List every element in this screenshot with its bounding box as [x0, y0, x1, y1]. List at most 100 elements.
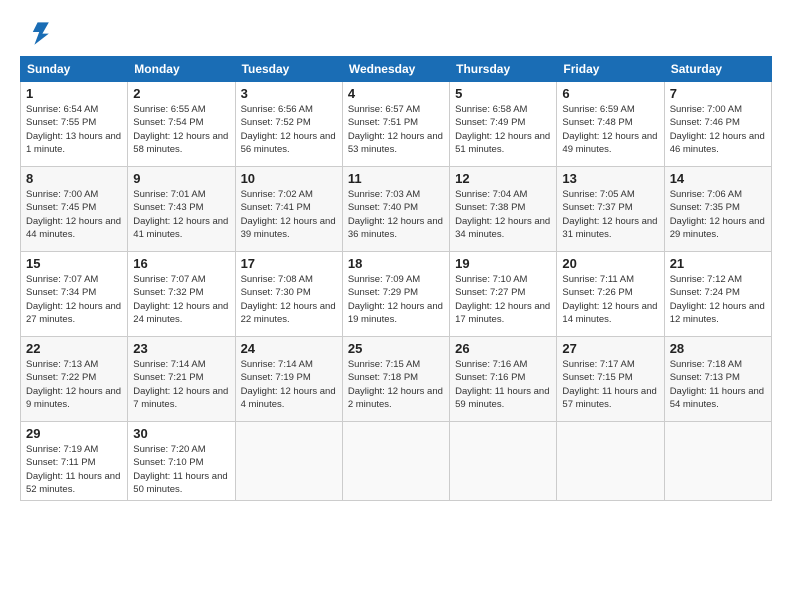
day-number: 10 — [241, 171, 337, 186]
day-number: 14 — [670, 171, 766, 186]
calendar-table: SundayMondayTuesdayWednesdayThursdayFrid… — [20, 56, 772, 501]
day-number: 23 — [133, 341, 229, 356]
day-number: 2 — [133, 86, 229, 101]
day-number: 7 — [670, 86, 766, 101]
calendar-cell: 15 Sunrise: 7:07 AMSunset: 7:34 PMDayligh… — [21, 252, 128, 337]
calendar-cell: 26 Sunrise: 7:16 AMSunset: 7:16 PMDayligh… — [450, 337, 557, 422]
calendar-cell: 3 Sunrise: 6:56 AMSunset: 7:52 PMDaylight… — [235, 82, 342, 167]
day-number: 20 — [562, 256, 658, 271]
calendar-cell — [342, 422, 449, 501]
day-info: Sunrise: 7:00 AMSunset: 7:46 PMDaylight:… — [670, 103, 766, 156]
day-number: 27 — [562, 341, 658, 356]
day-number: 19 — [455, 256, 551, 271]
calendar-cell: 7 Sunrise: 7:00 AMSunset: 7:46 PMDaylight… — [664, 82, 771, 167]
calendar-cell: 12 Sunrise: 7:04 AMSunset: 7:38 PMDayligh… — [450, 167, 557, 252]
calendar-cell: 14 Sunrise: 7:06 AMSunset: 7:35 PMDayligh… — [664, 167, 771, 252]
day-number: 4 — [348, 86, 444, 101]
day-info: Sunrise: 6:57 AMSunset: 7:51 PMDaylight:… — [348, 103, 444, 156]
day-info: Sunrise: 7:01 AMSunset: 7:43 PMDaylight:… — [133, 188, 229, 241]
day-number: 16 — [133, 256, 229, 271]
day-info: Sunrise: 6:56 AMSunset: 7:52 PMDaylight:… — [241, 103, 337, 156]
calendar-cell: 21 Sunrise: 7:12 AMSunset: 7:24 PMDayligh… — [664, 252, 771, 337]
calendar-cell: 1Sunrise: 6:54 AMSunset: 7:55 PMDaylight… — [21, 82, 128, 167]
day-info: Sunrise: 7:19 AMSunset: 7:11 PMDaylight:… — [26, 443, 122, 496]
calendar-cell — [450, 422, 557, 501]
day-number: 5 — [455, 86, 551, 101]
day-info: Sunrise: 7:15 AMSunset: 7:18 PMDaylight:… — [348, 358, 444, 411]
day-info: Sunrise: 7:04 AMSunset: 7:38 PMDaylight:… — [455, 188, 551, 241]
calendar-cell: 25 Sunrise: 7:15 AMSunset: 7:18 PMDayligh… — [342, 337, 449, 422]
calendar-header-row: SundayMondayTuesdayWednesdayThursdayFrid… — [21, 57, 772, 82]
calendar-cell: 18 Sunrise: 7:09 AMSunset: 7:29 PMDayligh… — [342, 252, 449, 337]
week-row-3: 15 Sunrise: 7:07 AMSunset: 7:34 PMDayligh… — [21, 252, 772, 337]
calendar-cell: 16 Sunrise: 7:07 AMSunset: 7:32 PMDayligh… — [128, 252, 235, 337]
day-info: Sunrise: 7:14 AMSunset: 7:19 PMDaylight:… — [241, 358, 337, 411]
calendar-cell — [235, 422, 342, 501]
calendar-cell: 28 Sunrise: 7:18 AMSunset: 7:13 PMDayligh… — [664, 337, 771, 422]
calendar-cell: 2 Sunrise: 6:55 AMSunset: 7:54 PMDaylight… — [128, 82, 235, 167]
calendar-cell: 4 Sunrise: 6:57 AMSunset: 7:51 PMDaylight… — [342, 82, 449, 167]
page-container: SundayMondayTuesdayWednesdayThursdayFrid… — [0, 0, 792, 511]
day-number: 3 — [241, 86, 337, 101]
day-number: 24 — [241, 341, 337, 356]
day-number: 28 — [670, 341, 766, 356]
calendar-cell: 17 Sunrise: 7:08 AMSunset: 7:30 PMDayligh… — [235, 252, 342, 337]
day-info: Sunrise: 7:08 AMSunset: 7:30 PMDaylight:… — [241, 273, 337, 326]
day-info: Sunrise: 7:02 AMSunset: 7:41 PMDaylight:… — [241, 188, 337, 241]
calendar-cell: 8Sunrise: 7:00 AMSunset: 7:45 PMDaylight… — [21, 167, 128, 252]
calendar-cell: 22 Sunrise: 7:13 AMSunset: 7:22 PMDayligh… — [21, 337, 128, 422]
day-number: 26 — [455, 341, 551, 356]
calendar-cell: 27 Sunrise: 7:17 AMSunset: 7:15 PMDayligh… — [557, 337, 664, 422]
logo — [20, 16, 56, 48]
day-number: 11 — [348, 171, 444, 186]
day-info: Sunrise: 6:55 AMSunset: 7:54 PMDaylight:… — [133, 103, 229, 156]
day-info: Sunrise: 7:07 AMSunset: 7:32 PMDaylight:… — [133, 273, 229, 326]
day-number: 29 — [26, 426, 122, 441]
day-number: 1 — [26, 86, 122, 101]
day-number: 17 — [241, 256, 337, 271]
calendar-cell: 24 Sunrise: 7:14 AMSunset: 7:19 PMDayligh… — [235, 337, 342, 422]
day-info: Sunrise: 7:12 AMSunset: 7:24 PMDaylight:… — [670, 273, 766, 326]
day-info: Sunrise: 7:05 AMSunset: 7:37 PMDaylight:… — [562, 188, 658, 241]
calendar-cell: 19 Sunrise: 7:10 AMSunset: 7:27 PMDayligh… — [450, 252, 557, 337]
calendar-cell: 29 Sunrise: 7:19 AMSunset: 7:11 PMDayligh… — [21, 422, 128, 501]
calendar-cell: 11Sunrise: 7:03 AMSunset: 7:40 PMDayligh… — [342, 167, 449, 252]
day-info: Sunrise: 7:16 AMSunset: 7:16 PMDaylight:… — [455, 358, 551, 411]
day-number: 30 — [133, 426, 229, 441]
day-info: Sunrise: 7:17 AMSunset: 7:15 PMDaylight:… — [562, 358, 658, 411]
day-number: 21 — [670, 256, 766, 271]
week-row-1: 1Sunrise: 6:54 AMSunset: 7:55 PMDaylight… — [21, 82, 772, 167]
calendar-cell: 10 Sunrise: 7:02 AMSunset: 7:41 PMDayligh… — [235, 167, 342, 252]
day-info: Sunrise: 7:09 AMSunset: 7:29 PMDaylight:… — [348, 273, 444, 326]
logo-icon — [20, 16, 52, 48]
day-info: Sunrise: 7:10 AMSunset: 7:27 PMDaylight:… — [455, 273, 551, 326]
day-info: Sunrise: 7:18 AMSunset: 7:13 PMDaylight:… — [670, 358, 766, 411]
day-number: 13 — [562, 171, 658, 186]
day-header-monday: Monday — [128, 57, 235, 82]
day-info: Sunrise: 7:20 AMSunset: 7:10 PMDaylight:… — [133, 443, 229, 496]
day-number: 6 — [562, 86, 658, 101]
calendar-cell: 9Sunrise: 7:01 AMSunset: 7:43 PMDaylight… — [128, 167, 235, 252]
day-header-sunday: Sunday — [21, 57, 128, 82]
day-header-saturday: Saturday — [664, 57, 771, 82]
day-header-tuesday: Tuesday — [235, 57, 342, 82]
day-info: Sunrise: 6:59 AMSunset: 7:48 PMDaylight:… — [562, 103, 658, 156]
day-number: 18 — [348, 256, 444, 271]
day-number: 25 — [348, 341, 444, 356]
day-info: Sunrise: 7:00 AMSunset: 7:45 PMDaylight:… — [26, 188, 122, 241]
calendar-cell: 23Sunrise: 7:14 AMSunset: 7:21 PMDayligh… — [128, 337, 235, 422]
day-header-friday: Friday — [557, 57, 664, 82]
day-number: 15 — [26, 256, 122, 271]
day-number: 12 — [455, 171, 551, 186]
day-number: 22 — [26, 341, 122, 356]
week-row-4: 22 Sunrise: 7:13 AMSunset: 7:22 PMDayligh… — [21, 337, 772, 422]
day-info: Sunrise: 7:07 AMSunset: 7:34 PMDaylight:… — [26, 273, 122, 326]
calendar-cell: 30 Sunrise: 7:20 AMSunset: 7:10 PMDayligh… — [128, 422, 235, 501]
calendar-cell: 20 Sunrise: 7:11 AMSunset: 7:26 PMDayligh… — [557, 252, 664, 337]
week-row-2: 8Sunrise: 7:00 AMSunset: 7:45 PMDaylight… — [21, 167, 772, 252]
day-info: Sunrise: 7:11 AMSunset: 7:26 PMDaylight:… — [562, 273, 658, 326]
day-info: Sunrise: 7:13 AMSunset: 7:22 PMDaylight:… — [26, 358, 122, 411]
day-info: Sunrise: 6:58 AMSunset: 7:49 PMDaylight:… — [455, 103, 551, 156]
calendar-cell — [557, 422, 664, 501]
day-info: Sunrise: 7:06 AMSunset: 7:35 PMDaylight:… — [670, 188, 766, 241]
